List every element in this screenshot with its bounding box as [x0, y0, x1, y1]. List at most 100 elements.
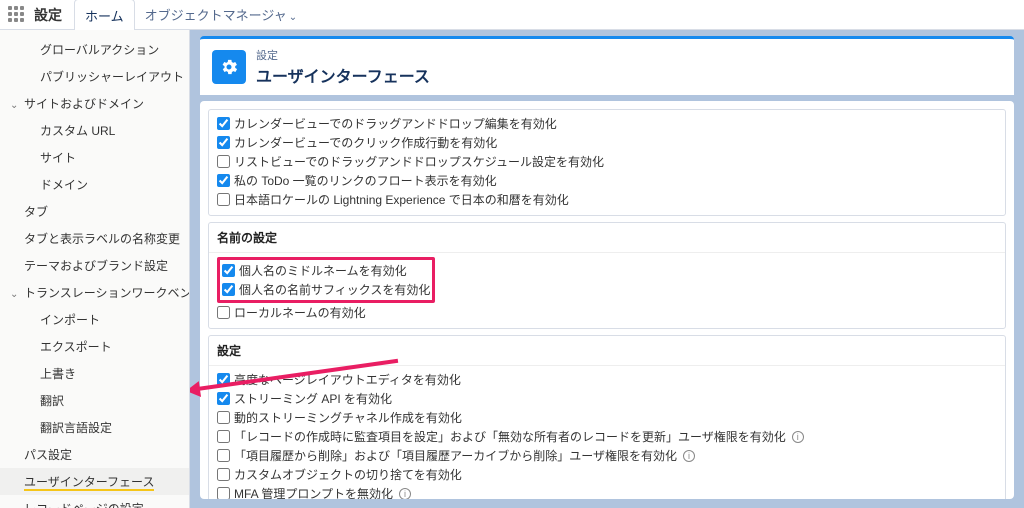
- sidebar-item-label: グローバルアクション: [40, 43, 159, 57]
- sidebar-item[interactable]: サイト: [0, 144, 189, 171]
- sidebar-item-label: テーマおよびブランド設定: [24, 259, 168, 273]
- checkbox[interactable]: [217, 306, 230, 319]
- checkbox-label: カスタムオブジェクトの切り捨てを有効化: [234, 466, 462, 483]
- sidebar-item-label: ユーザインターフェース: [24, 475, 154, 491]
- checkbox-label: MFA 管理プロンプトを無効化: [234, 485, 393, 499]
- checkbox-label: ローカルネームの有効化: [234, 304, 366, 321]
- checkbox[interactable]: [217, 392, 230, 405]
- sidebar-item[interactable]: ドメイン: [0, 171, 189, 198]
- checkbox[interactable]: [217, 373, 230, 386]
- sidebar-item[interactable]: ユーザインターフェース: [0, 468, 189, 495]
- checkbox[interactable]: [217, 174, 230, 187]
- checkbox[interactable]: [217, 430, 230, 443]
- sidebar-item-label: サイト: [40, 151, 76, 165]
- checkbox-row: 「項目履歴から削除」および「項目履歴アーカイブから削除」ユーザ権限を有効化 i: [217, 446, 997, 465]
- topbar: 設定 ホーム オブジェクトマネージャ⌄: [0, 0, 1024, 30]
- tab-object-manager[interactable]: オブジェクトマネージャ⌄: [135, 0, 307, 30]
- section-title: 名前の設定: [209, 223, 1005, 253]
- checkbox[interactable]: [217, 411, 230, 424]
- sidebar-item-label: サイトおよびドメイン: [24, 97, 144, 111]
- sidebar-item[interactable]: 上書き: [0, 360, 189, 387]
- checkbox[interactable]: [217, 117, 230, 130]
- sidebar-item-label: カスタム URL: [40, 124, 115, 138]
- checkbox-row: MFA 管理プロンプトを無効化 i: [217, 484, 997, 499]
- checkbox-label: 日本語ロケールの Lightning Experience で日本の和暦を有効化: [234, 191, 569, 208]
- setup-sidebar: グローバルアクションパブリッシャーレイアウトサイトおよびドメインカスタム URL…: [0, 30, 190, 508]
- app-launcher-icon[interactable]: [8, 6, 26, 24]
- checkbox-label: ストリーミング API を有効化: [234, 390, 392, 407]
- sidebar-item-label: 上書き: [40, 367, 76, 381]
- checkbox-row: 私の ToDo 一覧のリンクのフロート表示を有効化: [217, 171, 997, 190]
- sidebar-item-label: ドメイン: [40, 178, 88, 192]
- checkbox[interactable]: [217, 468, 230, 481]
- sidebar-item[interactable]: グローバルアクション: [0, 36, 189, 63]
- sidebar-item-label: 翻訳言語設定: [40, 421, 112, 435]
- checkbox-row: リストビューでのドラッグアンドドロップスケジュール設定を有効化: [217, 152, 997, 171]
- sidebar-item[interactable]: トランスレーションワークベンチ: [0, 279, 189, 306]
- page-header: 設定 ユーザインターフェース: [200, 36, 1014, 95]
- sidebar-item-label: レコードページの設定: [24, 502, 144, 508]
- checkbox-row: 日本語ロケールの Lightning Experience で日本の和暦を有効化: [217, 190, 997, 209]
- checkbox-row: カレンダービューでのドラッグアンドドロップ編集を有効化: [217, 114, 997, 133]
- sidebar-item[interactable]: テーマおよびブランド設定: [0, 252, 189, 279]
- sidebar-item[interactable]: タブ: [0, 198, 189, 225]
- sidebar-item[interactable]: 翻訳: [0, 387, 189, 414]
- info-icon[interactable]: i: [683, 450, 695, 462]
- sidebar-item-label: インポート: [40, 313, 100, 327]
- section-ui: カレンダービューでのドラッグアンドドロップ編集を有効化カレンダービューでのクリッ…: [208, 109, 1006, 216]
- checkbox-row: 高度なページレイアウトエディタを有効化: [217, 370, 997, 389]
- sidebar-item[interactable]: インポート: [0, 306, 189, 333]
- breadcrumb: 設定: [256, 47, 430, 63]
- checkbox-label: 個人名の名前サフィックスを有効化: [239, 281, 430, 298]
- sidebar-item[interactable]: エクスポート: [0, 333, 189, 360]
- checkbox-label: 高度なページレイアウトエディタを有効化: [234, 371, 461, 388]
- checkbox[interactable]: [217, 155, 230, 168]
- section-title: 設定: [209, 336, 1005, 366]
- checkbox[interactable]: [217, 449, 230, 462]
- sidebar-item[interactable]: カスタム URL: [0, 117, 189, 144]
- checkbox[interactable]: [217, 136, 230, 149]
- checkbox-row: カレンダービューでのクリック作成行動を有効化: [217, 133, 997, 152]
- sidebar-item[interactable]: タブと表示ラベルの名称変更: [0, 225, 189, 252]
- checkbox-label: リストビューでのドラッグアンドドロップスケジュール設定を有効化: [234, 153, 604, 170]
- checkbox-label: 「項目履歴から削除」および「項目履歴アーカイブから削除」ユーザ権限を有効化: [234, 447, 677, 464]
- checkbox-row: 動的ストリーミングチャネル作成を有効化: [217, 408, 997, 427]
- highlight-box: 個人名のミドルネームを有効化個人名の名前サフィックスを有効化: [217, 257, 435, 303]
- checkbox-row: 個人名の名前サフィックスを有効化: [222, 280, 430, 299]
- section-settings: 設定 高度なページレイアウトエディタを有効化ストリーミング API を有効化動的…: [208, 335, 1006, 499]
- checkbox-label: 「レコードの作成時に監査項目を設定」および「無効な所有者のレコードを更新」ユーザ…: [234, 428, 786, 445]
- gear-icon: [212, 50, 246, 84]
- checkbox[interactable]: [217, 487, 230, 499]
- sidebar-item-label: パブリッシャーレイアウト: [40, 70, 184, 84]
- checkbox-label: 個人名のミドルネームを有効化: [239, 262, 407, 279]
- sidebar-item[interactable]: 翻訳言語設定: [0, 414, 189, 441]
- sidebar-item-label: タブ: [24, 205, 48, 219]
- sidebar-item-label: トランスレーションワークベンチ: [24, 286, 190, 300]
- info-icon[interactable]: i: [399, 488, 411, 500]
- checkbox[interactable]: [217, 193, 230, 206]
- section-name: 名前の設定 個人名のミドルネームを有効化個人名の名前サフィックスを有効化 ローカ…: [208, 222, 1006, 329]
- checkbox-row: ストリーミング API を有効化: [217, 389, 997, 408]
- sidebar-item[interactable]: サイトおよびドメイン: [0, 90, 189, 117]
- content-card: カレンダービューでのドラッグアンドドロップ編集を有効化カレンダービューでのクリッ…: [200, 101, 1014, 499]
- sidebar-item-label: 翻訳: [40, 394, 64, 408]
- main-panel: 設定 ユーザインターフェース カレンダービューでのドラッグアンドドロップ編集を有…: [190, 30, 1024, 508]
- checkbox-row: カスタムオブジェクトの切り捨てを有効化: [217, 465, 997, 484]
- sidebar-item-label: パス設定: [24, 448, 72, 462]
- checkbox[interactable]: [222, 264, 235, 277]
- sidebar-item-label: タブと表示ラベルの名称変更: [24, 232, 180, 246]
- info-icon[interactable]: i: [792, 431, 804, 443]
- checkbox-label: 動的ストリーミングチャネル作成を有効化: [234, 409, 462, 426]
- sidebar-item[interactable]: パス設定: [0, 441, 189, 468]
- checkbox-label: カレンダービューでのドラッグアンドドロップ編集を有効化: [234, 115, 557, 132]
- sidebar-item[interactable]: パブリッシャーレイアウト: [0, 63, 189, 90]
- checkbox-row: 「レコードの作成時に監査項目を設定」および「無効な所有者のレコードを更新」ユーザ…: [217, 427, 997, 446]
- sidebar-item-label: エクスポート: [40, 340, 112, 354]
- checkbox-row: 個人名のミドルネームを有効化: [222, 261, 430, 280]
- page-title: ユーザインターフェース: [256, 63, 430, 87]
- checkbox-label: 私の ToDo 一覧のリンクのフロート表示を有効化: [234, 172, 497, 189]
- checkbox[interactable]: [222, 283, 235, 296]
- sidebar-item[interactable]: レコードページの設定: [0, 495, 189, 508]
- tab-home[interactable]: ホーム: [74, 0, 135, 31]
- chevron-down-icon: ⌄: [289, 12, 297, 23]
